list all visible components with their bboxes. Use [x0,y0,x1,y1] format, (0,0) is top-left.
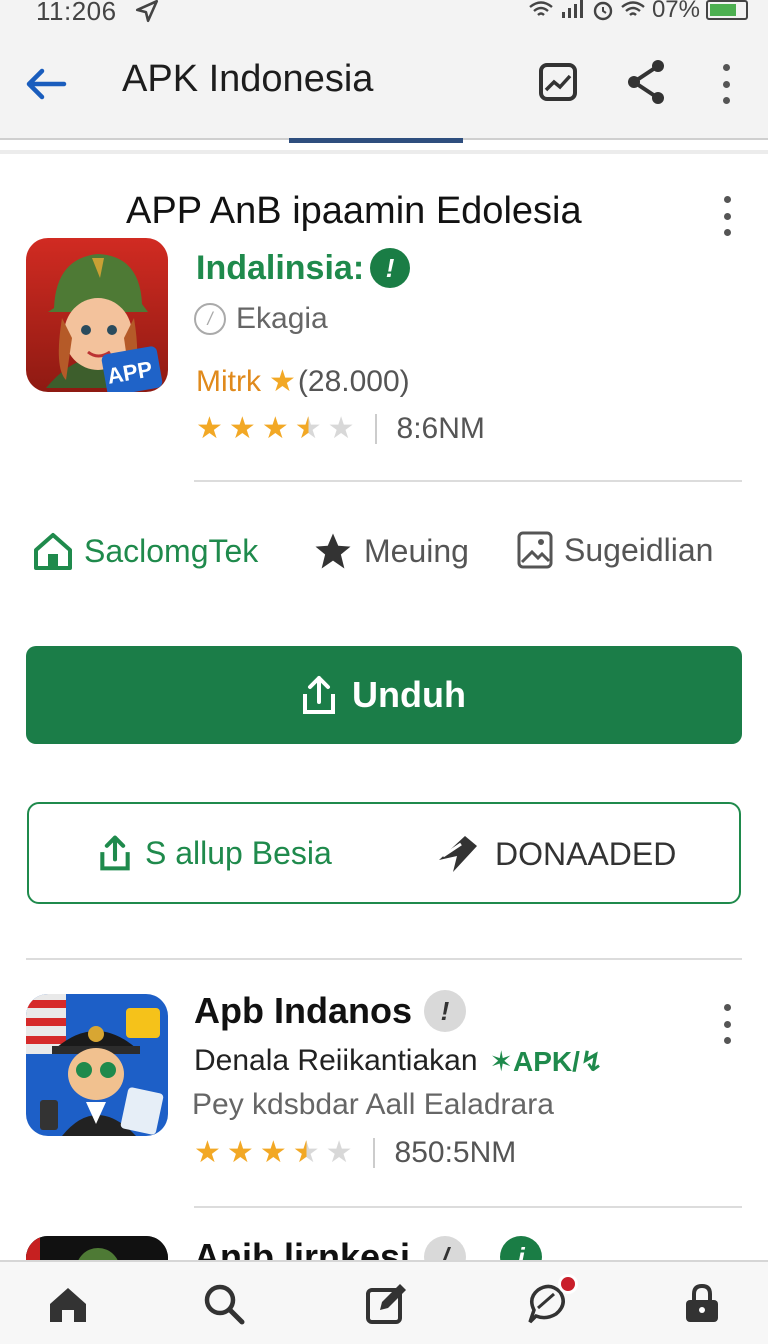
back-button[interactable] [22,60,70,108]
verified-icon: ! [370,248,411,288]
tab-indicator [289,138,463,143]
separator [374,414,377,444]
star-half-icon: ★ [294,412,322,445]
star-icon: ★ [226,1136,254,1169]
featured-title: APP AnB ipaamin Edolesia [126,190,582,232]
bookmark-chart-icon [539,63,577,101]
chip-screenshots[interactable]: Sugeidlian [516,530,713,570]
overflow-menu-button[interactable] [716,64,736,104]
app-size: 8:6NM [396,412,485,445]
navigation-icon [135,0,159,23]
chip-label: Sugeidlian [564,531,714,568]
app-icon[interactable] [26,994,168,1136]
chip-home[interactable]: SaclomgTek [32,530,258,572]
nav-home[interactable] [44,1280,92,1328]
nav-search[interactable] [200,1280,248,1328]
star-empty-icon: ★ [327,412,355,445]
bottom-nav [0,1262,768,1344]
home-icon [50,1288,86,1322]
soldier-avatar-icon: APP [26,238,168,392]
star-icon: ★ [259,1136,287,1169]
apk-tag: ✶APK/↯ [489,1045,604,1077]
chip-label: Meuing [364,532,469,569]
character-avatar-icon [26,994,168,1136]
info-badge-icon: ! [424,990,466,1032]
featured-app-icon[interactable]: APP [26,238,168,392]
nav-edit[interactable] [362,1280,410,1328]
lock-icon [686,1283,718,1322]
download-label: Unduh [352,674,466,715]
home-icon [34,533,72,570]
downloaded-label: DONAADED [495,835,677,872]
star-icon: ★ [261,412,289,445]
share-icon [628,60,664,104]
upload-icon [303,676,336,714]
developer-label: Indalinsia: [196,248,365,287]
image-icon [517,531,553,569]
divider [194,1206,742,1208]
star-icon: ★ [228,412,256,445]
chip-rating[interactable]: Meuing [312,530,469,572]
page-title: APK Indonesia [122,58,374,100]
app-name-label: Apb Indanos [194,990,412,1031]
star-icon: ★ [196,412,223,445]
app-name[interactable]: Apb Indanos ! [194,990,466,1032]
battery-icon [706,0,748,20]
star-icon [315,533,351,569]
arrow-left-icon [26,68,67,100]
download-button[interactable]: Unduh [26,646,742,744]
star-half-icon: ★ [292,1136,320,1169]
wifi-icon [529,1,553,16]
app-size: 850:5NM [394,1136,517,1169]
rating-line: Mitrk ★ (28.000) [196,364,410,399]
developer-name[interactable]: Indalinsia: ! [196,248,411,288]
search-icon [204,1284,245,1325]
app-stars: ★ ★ ★ ★ ★ 850:5NM [194,1136,516,1170]
status-bar: 11:206 07% [0,0,768,30]
star-icon: ★ [194,1136,221,1169]
upload-icon [100,835,130,871]
divider [26,958,742,960]
app-bar: APK Indonesia [0,30,768,140]
divider [0,150,768,154]
featured-more-button[interactable] [717,196,737,236]
battery-percent: 07% [651,0,700,23]
star-empty-icon: ★ [325,1136,353,1169]
chip-label: SaclomgTek [84,532,259,569]
category-icon: / [194,303,226,335]
rating-star-icon: ★ [268,365,296,398]
rating-count: (28.000) [297,364,410,398]
featured-stars: ★ ★ ★ ★ ★ 8:6NM [196,412,485,446]
share-button[interactable] [622,56,670,108]
signal-icon [561,0,583,18]
app-developer: Denala Reiikantiakan ✶APK/↯ [194,1044,603,1078]
wifi-icon-2 [621,1,645,16]
nav-messages[interactable] [522,1274,578,1328]
share-action-button[interactable]: S allup Besia [99,834,332,872]
nav-account[interactable] [678,1280,726,1328]
category-label: / Ekagia [194,302,328,336]
share-action-label: S allup Besia [145,834,332,871]
notification-dot [558,1274,578,1294]
rating-label: Mitrk [196,364,261,398]
send-arrow-icon [439,836,477,872]
secondary-actions: S allup Besia DONAADED [27,802,741,904]
alarm-icon [593,1,613,21]
developer-label: Denala Reiikantiakan [194,1044,478,1077]
status-icons: 07% [528,0,748,24]
app-more-button[interactable] [717,1004,737,1044]
separator [372,1138,375,1168]
status-time: 11:206 [36,0,117,26]
edit-icon [366,1284,406,1324]
bookmark-button[interactable] [534,56,582,108]
app-subtitle: Pey kdsbdar Aall Ealadrara [192,1088,554,1121]
category-text: Ekagia [236,302,328,335]
divider [194,480,742,482]
downloaded-button[interactable]: DONAADED [437,834,676,874]
